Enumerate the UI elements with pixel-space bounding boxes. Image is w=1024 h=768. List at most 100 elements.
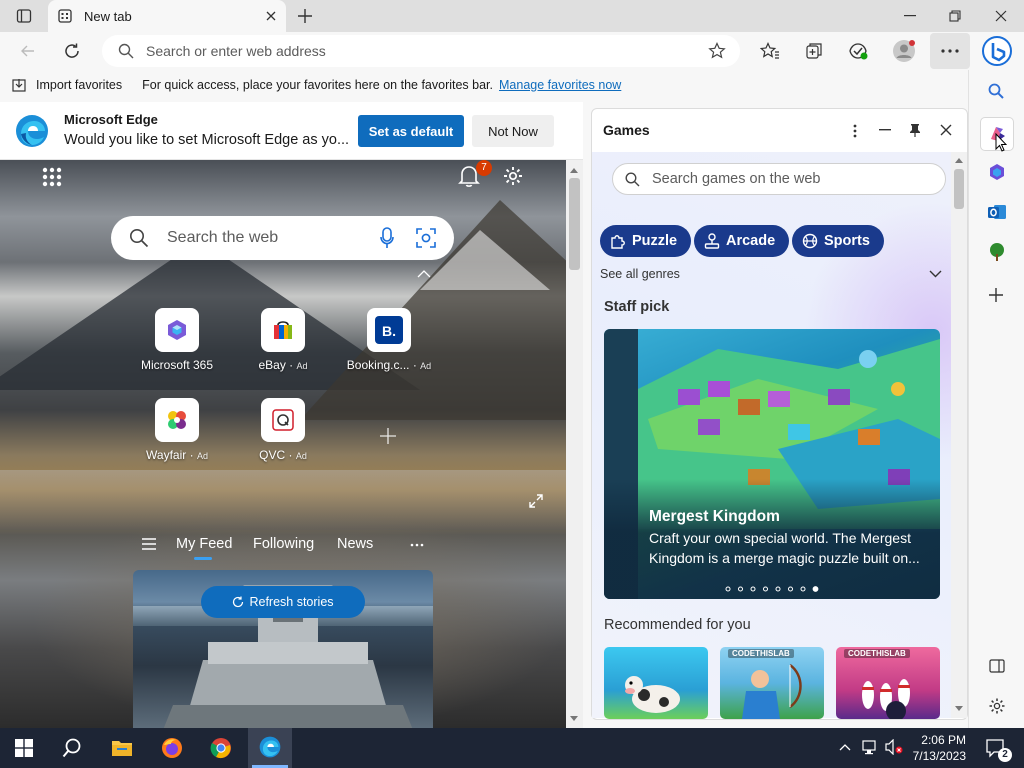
restore-icon[interactable] — [949, 10, 961, 22]
new-tab-plus-icon[interactable] — [297, 8, 313, 24]
staff-pick-heading: Staff pick — [604, 299, 670, 315]
quick-link-microsoft-365[interactable] — [155, 308, 199, 352]
close-panel-icon[interactable] — [940, 124, 952, 136]
firefox-icon[interactable] — [152, 734, 192, 762]
carousel-dot[interactable] — [725, 586, 731, 592]
hide-sidebar-icon[interactable] — [989, 659, 1005, 673]
import-favorites-button[interactable]: Import favorites — [36, 78, 122, 92]
default-browser-banner: Microsoft Edge Would you like to set Mic… — [0, 102, 583, 160]
feed-tab-my-feed[interactable]: My Feed — [176, 536, 232, 552]
web-search-box[interactable]: Search the web — [111, 216, 454, 260]
volume-muted-icon[interactable] — [885, 739, 903, 755]
genre-label: Arcade — [726, 233, 776, 249]
carousel-dot[interactable] — [763, 586, 768, 592]
app-launcher-icon[interactable] — [42, 167, 62, 187]
recommended-game-card[interactable]: CODETHISLAB — [836, 647, 940, 719]
microsoft-365-sidebar-icon[interactable] — [987, 162, 1007, 182]
tab-actions-icon[interactable] — [16, 8, 32, 24]
carousel-dot[interactable] — [775, 586, 781, 592]
quick-link-wayfair[interactable] — [155, 398, 199, 442]
sidebar-search-icon[interactable] — [988, 83, 1004, 99]
back-icon[interactable] — [20, 43, 36, 59]
settings-and-more-button[interactable] — [930, 33, 970, 69]
windows-start-icon[interactable] — [4, 734, 44, 762]
not-now-button[interactable]: Not Now — [472, 115, 554, 147]
page-scrollbar[interactable] — [566, 160, 583, 728]
browser-essentials-icon[interactable] — [848, 41, 868, 61]
favorites-icon[interactable] — [760, 42, 780, 60]
scroll-down-arrow-icon[interactable] — [570, 716, 578, 721]
close-tab-icon[interactable] — [266, 11, 276, 21]
outlook-icon[interactable] — [987, 202, 1007, 222]
ebay-bag-icon — [271, 318, 295, 342]
genre-sports-button[interactable]: Sports — [792, 225, 884, 257]
add-sidebar-app-icon[interactable] — [989, 288, 1003, 302]
genre-puzzle-button[interactable]: Puzzle — [600, 225, 692, 257]
address-bar[interactable]: Search or enter web address — [102, 35, 740, 67]
recommended-heading: Recommended for you — [604, 617, 751, 633]
recommended-game-card[interactable]: CODETHISLAB — [720, 647, 824, 719]
add-quick-link-icon[interactable] — [380, 428, 396, 444]
network-icon[interactable] — [862, 740, 880, 756]
taskbar-search-icon[interactable] — [52, 734, 92, 762]
staff-pick-card[interactable]: Mergest Kingdom Craft your own special w… — [604, 329, 940, 599]
minimize-icon[interactable] — [904, 15, 916, 17]
pin-icon[interactable] — [909, 123, 921, 137]
carousel-dot[interactable] — [800, 586, 806, 592]
collapse-chevron-icon[interactable] — [417, 270, 431, 278]
feed-tab-news[interactable]: News — [337, 536, 373, 552]
page-settings-gear-icon[interactable] — [502, 165, 524, 187]
carousel-dot[interactable] — [750, 586, 756, 592]
scroll-up-arrow-icon[interactable] — [955, 158, 963, 163]
collections-icon[interactable] — [805, 42, 823, 60]
games-minimize-icon[interactable] — [879, 129, 891, 131]
recommended-game-card[interactable] — [604, 647, 708, 719]
carousel-dot[interactable] — [738, 586, 743, 592]
scroll-down-arrow-icon[interactable] — [955, 706, 963, 711]
games-more-options-icon[interactable] — [853, 124, 857, 138]
profile-avatar[interactable] — [892, 39, 916, 63]
feed-menu-icon[interactable] — [142, 538, 156, 550]
active-tab-indicator — [194, 557, 212, 560]
bing-copilot-icon[interactable] — [982, 36, 1012, 66]
tab-new-tab[interactable]: New tab — [48, 0, 286, 32]
games-panel-scrollbar[interactable] — [951, 152, 967, 718]
sidebar-settings-icon[interactable] — [988, 697, 1006, 715]
carousel-dot[interactable] — [812, 586, 819, 592]
carousel-dot[interactable] — [788, 586, 793, 592]
expand-background-icon[interactable] — [529, 494, 543, 508]
show-hidden-icons-chevron[interactable] — [839, 743, 851, 751]
tab-title: New tab — [84, 8, 132, 24]
set-as-default-button[interactable]: Set as default — [358, 115, 464, 147]
feed-tab-following[interactable]: Following — [253, 536, 314, 552]
games-search-box[interactable]: Search games on the web — [612, 163, 946, 195]
clock-date[interactable]: 7/13/2023 — [910, 749, 966, 763]
scroll-up-arrow-icon[interactable] — [570, 168, 578, 173]
voice-search-icon[interactable] — [380, 227, 394, 249]
visual-search-icon[interactable] — [416, 228, 436, 248]
more-feed-options-icon[interactable] — [410, 543, 424, 547]
edge-logo-icon — [15, 114, 49, 148]
file-explorer-icon[interactable] — [102, 734, 142, 762]
quick-link-ebay[interactable] — [261, 308, 305, 352]
see-all-genres-link[interactable]: See all genres — [600, 267, 680, 281]
chrome-icon[interactable] — [201, 734, 241, 762]
manage-favorites-link[interactable]: Manage favorites now — [499, 78, 621, 92]
close-window-icon[interactable] — [995, 10, 1007, 22]
favorite-star-icon[interactable] — [708, 42, 726, 60]
drop-tree-icon[interactable] — [987, 242, 1007, 262]
refresh-icon — [232, 596, 244, 608]
refresh-stories-button[interactable]: Refresh stories — [201, 586, 365, 618]
genre-arcade-button[interactable]: Arcade — [694, 225, 790, 257]
refresh-icon[interactable] — [63, 42, 81, 60]
taskbar-edge-button[interactable] — [248, 728, 292, 768]
banner-message: Would you like to set Microsoft Edge as … — [64, 132, 350, 148]
carousel-dots[interactable] — [725, 586, 825, 592]
address-placeholder: Search or enter web address — [146, 43, 326, 59]
quick-link-booking[interactable]: B. — [367, 308, 411, 352]
expand-genres-chevron-icon[interactable] — [929, 270, 942, 278]
clock-time[interactable]: 2:06 PM — [910, 733, 966, 747]
scrollbar-thumb[interactable] — [954, 169, 964, 209]
scrollbar-thumb[interactable] — [569, 178, 580, 270]
quick-link-qvc[interactable] — [261, 398, 305, 442]
